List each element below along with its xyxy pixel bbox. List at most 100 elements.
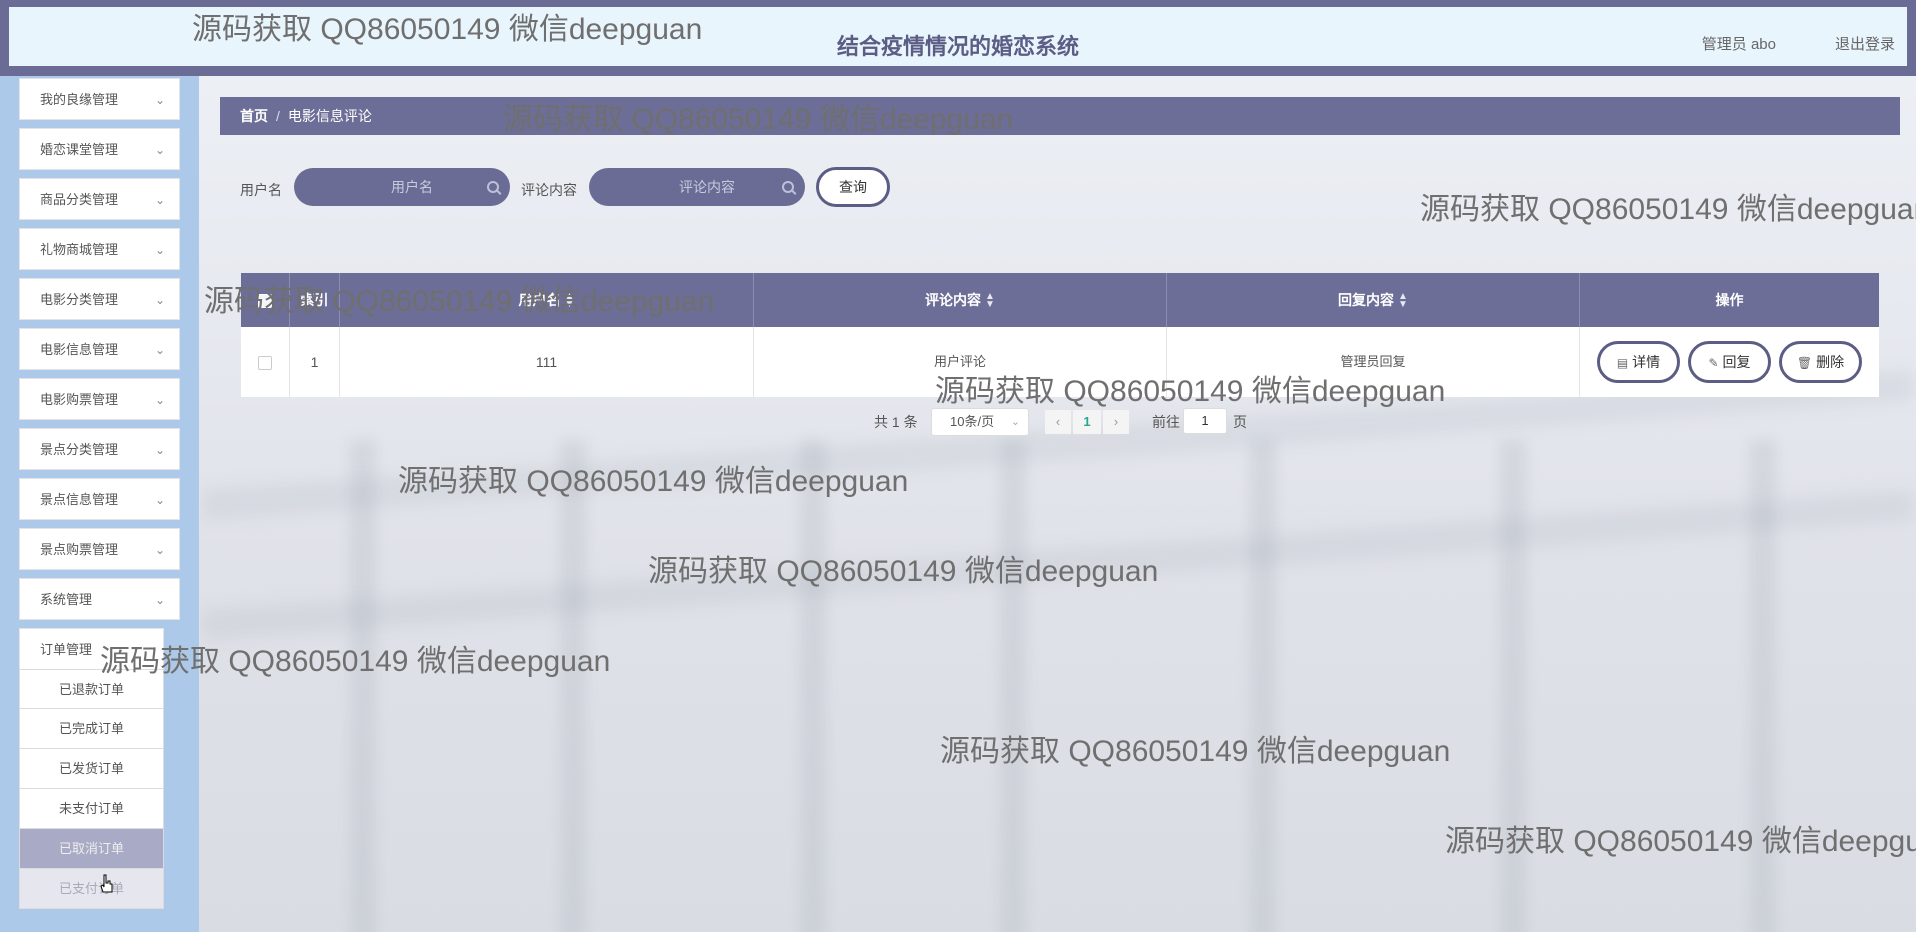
query-button[interactable]: 查询	[816, 167, 890, 207]
chevron-down-icon: ⌄	[154, 543, 165, 557]
chevron-down-icon: ⌄	[154, 93, 165, 107]
header-actions: 操作	[1715, 292, 1744, 308]
chevron-down-icon: ⌄	[154, 443, 165, 457]
goto-page-input[interactable]: 1	[1183, 408, 1227, 434]
cell-index: 1	[290, 327, 340, 397]
reply-button-label: 回复	[1722, 354, 1751, 370]
search-icon	[487, 181, 499, 193]
sidebar-item[interactable]: 系统管理 ⌄	[19, 578, 180, 620]
comment-label: 评论内容	[521, 182, 577, 198]
chevron-down-icon: ⌄	[154, 193, 165, 207]
table-header: 索引 用户名 ▲ ▼ 评论内容 ▲ ▼ 回复内容 ▲ ▼ 操作	[241, 273, 1879, 327]
sidebar-item[interactable]: 电影分类管理 ⌄	[19, 278, 180, 320]
search-icon	[782, 181, 794, 193]
header-reply[interactable]: 回复内容 ▲ ▼	[1167, 273, 1580, 327]
select-all-checkbox[interactable]	[258, 294, 272, 309]
sidebar-item-label: 电影分类管理	[40, 292, 119, 307]
chevron-down-icon: ⌄	[154, 593, 165, 607]
sidebar-item[interactable]: 景点购票管理 ⌄	[19, 528, 180, 570]
chevron-down-icon: ⌄	[154, 493, 165, 507]
page-size-value: 10条/页	[950, 414, 995, 429]
cell-comment: 用户评论	[754, 327, 1167, 397]
sidebar-item-label: 我的良缘管理	[40, 92, 119, 107]
sidebar-item[interactable]: 景点分类管理 ⌄	[19, 428, 180, 470]
cell-actions: ▤ 详情 ✎ 回复 🗑 删除	[1580, 327, 1879, 397]
watermark: 源码获取 QQ86050149 微信deepguan	[648, 555, 1159, 588]
sidebar-item-label: 商品分类管理	[40, 192, 119, 207]
admin-label: 管理员 abo	[1701, 36, 1776, 53]
logout-link[interactable]: 退出登录	[1835, 33, 1895, 54]
username-label: 用户名	[240, 182, 282, 198]
sidebar-item-label: 电影信息管理	[40, 342, 119, 357]
sidebar-item[interactable]: 电影购票管理 ⌄	[19, 378, 180, 420]
submenu-item[interactable]: 已支付订单	[19, 869, 164, 909]
current-page[interactable]: 1	[1073, 410, 1101, 434]
sort-icon[interactable]: ▲ ▼	[1398, 292, 1408, 310]
chevron-down-icon: ⌄	[154, 293, 165, 307]
submenu-item[interactable]: 已取消订单	[19, 829, 164, 869]
chevron-down-icon: ⌄	[1010, 416, 1020, 428]
header-comment-label: 评论内容	[925, 292, 982, 308]
sidebar-item[interactable]: 电影信息管理 ⌄	[19, 328, 180, 370]
breadcrumb-home[interactable]: 首页	[240, 108, 268, 124]
sidebar-item[interactable]: 礼物商城管理 ⌄	[19, 228, 180, 270]
sidebar-item-label: 订单管理	[40, 642, 93, 657]
breadcrumb-current: 电影信息评论	[287, 108, 372, 124]
sidebar-item-label: 景点购票管理	[40, 542, 119, 557]
prev-page-button[interactable]: ‹	[1045, 410, 1071, 434]
sidebar-item[interactable]: 婚恋课堂管理 ⌄	[19, 128, 180, 170]
sidebar-item-label: 景点信息管理	[40, 492, 119, 507]
trash-icon: 🗑	[1796, 356, 1813, 370]
breadcrumb: 首页 / 电影信息评论	[220, 97, 1900, 135]
header-reply-label: 回复内容	[1338, 292, 1395, 308]
edit-icon: ✎	[1708, 356, 1719, 370]
comment-search-input[interactable]	[589, 168, 805, 206]
sidebar-item-label: 系统管理	[40, 592, 93, 607]
sidebar-item-label: 婚恋课堂管理	[40, 142, 119, 157]
row-checkbox[interactable]	[258, 356, 272, 371]
sidebar-item[interactable]: 订单管理	[19, 628, 164, 670]
next-page-button[interactable]: ›	[1103, 410, 1129, 434]
document-icon: ▤	[1616, 356, 1629, 370]
watermark: 源码获取 QQ86050149 微信deepguan	[1445, 825, 1916, 858]
row-checkbox-cell	[241, 327, 290, 397]
detail-button-label: 详情	[1632, 354, 1661, 370]
header-comment[interactable]: 评论内容 ▲ ▼	[754, 273, 1167, 327]
submenu-item[interactable]: 已发货订单	[19, 749, 164, 789]
hand-cursor-icon	[100, 874, 113, 893]
goto-label: 前往	[1152, 414, 1180, 430]
username-search-input[interactable]	[294, 168, 510, 206]
sidebar-item[interactable]: 商品分类管理 ⌄	[19, 178, 180, 220]
header-username[interactable]: 用户名 ▲ ▼	[340, 273, 754, 327]
delete-button-label: 删除	[1816, 354, 1845, 370]
cell-username: 111	[340, 327, 754, 397]
watermark: 源码获取 QQ86050149 微信deepguan	[398, 465, 909, 498]
submenu-item[interactable]: 未支付订单	[19, 789, 164, 829]
chevron-down-icon: ⌄	[154, 243, 165, 257]
sort-icon[interactable]: ▲ ▼	[985, 292, 995, 310]
cell-reply: 管理员回复	[1167, 327, 1580, 397]
page-suffix: 页	[1233, 414, 1247, 430]
breadcrumb-separator: /	[276, 108, 280, 124]
sidebar-item-label: 礼物商城管理	[40, 242, 119, 257]
page-size-select[interactable]: 10条/页 ⌄	[931, 408, 1029, 436]
select-all-cell	[241, 273, 290, 327]
reply-button[interactable]: ✎ 回复	[1688, 341, 1771, 383]
submenu-item[interactable]: 已完成订单	[19, 709, 164, 749]
header: 结合疫情情况的婚恋系统 管理员 abo 退出登录	[9, 7, 1907, 66]
chevron-down-icon: ⌄	[154, 343, 165, 357]
sort-icon[interactable]: ▲ ▼	[565, 292, 575, 310]
submenu-item[interactable]: 已退款订单	[19, 669, 164, 709]
header-index: 索引	[290, 273, 340, 327]
chevron-down-icon: ⌄	[154, 143, 165, 157]
detail-button[interactable]: ▤ 详情	[1597, 341, 1680, 383]
pagination-total: 共 1 条	[874, 414, 918, 430]
sidebar-item[interactable]: 我的良缘管理 ⌄	[19, 78, 180, 120]
delete-button[interactable]: 🗑 删除	[1779, 341, 1862, 383]
sidebar-item-label: 景点分类管理	[40, 442, 119, 457]
sidebar-item-label: 电影购票管理	[40, 392, 119, 407]
chevron-down-icon: ⌄	[154, 393, 165, 407]
app-title: 结合疫情情况的婚恋系统	[836, 34, 1079, 59]
header-username-label: 用户名	[518, 292, 561, 308]
sidebar-item[interactable]: 景点信息管理 ⌄	[19, 478, 180, 520]
